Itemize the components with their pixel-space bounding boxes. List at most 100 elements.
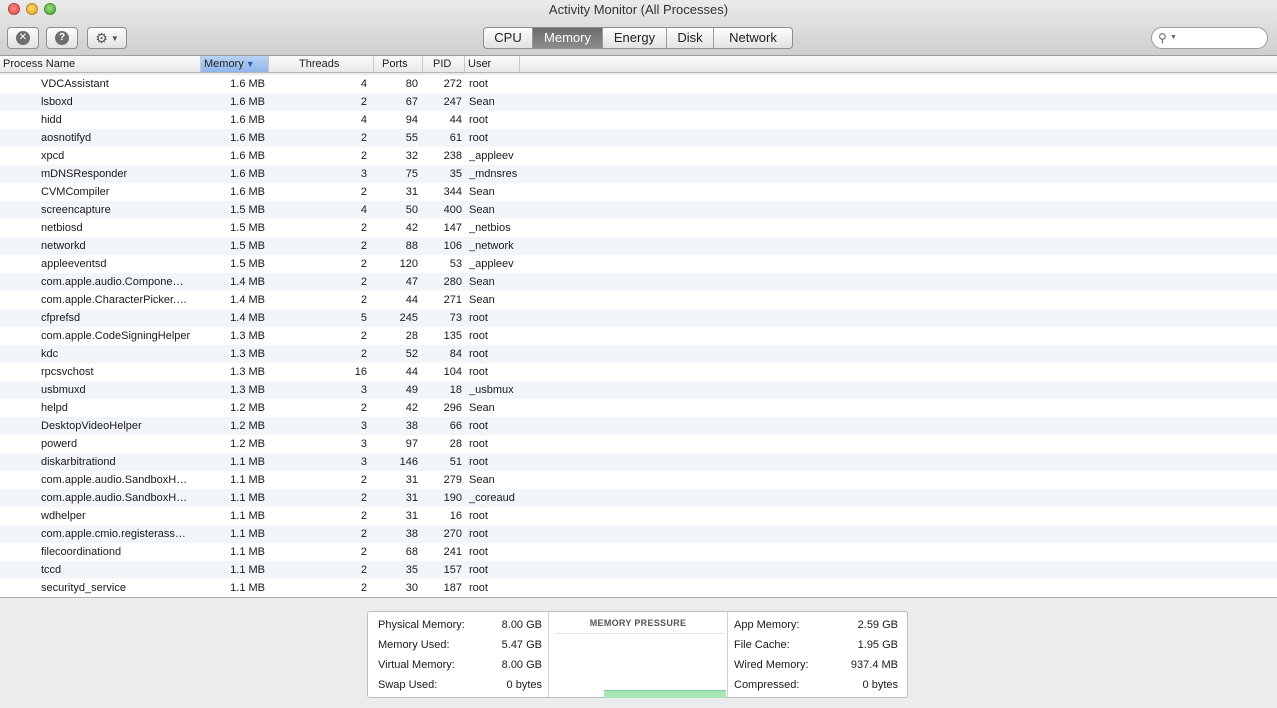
ports-cell: 80 (405, 78, 418, 90)
column-memory[interactable]: Memory ▼ (201, 56, 269, 72)
table-header: Process Name Memory ▼ Threads Ports PID U… (0, 56, 1277, 73)
action-menu-button[interactable]: ⚙ ▼ (87, 27, 127, 49)
threads-cell: 2 (360, 294, 367, 306)
stat-wired-memory: Wired Memory: 937.4 MB (734, 655, 898, 675)
table-row[interactable]: CVMCompiler 1.6 MB 2 31 344 Sean (0, 183, 1277, 201)
ports-cell: 31 (405, 492, 418, 504)
search-input[interactable]: ⚲ ▼ (1151, 27, 1268, 49)
table-row[interactable]: usbmuxd 1.3 MB 3 49 18 _usbmux (0, 381, 1277, 399)
process-name-cell: usbmuxd (41, 384, 86, 396)
process-name-cell: DesktopVideoHelper (41, 420, 142, 432)
user-cell: _coreaud (469, 492, 515, 504)
memory-cell: 1.6 MB (230, 150, 265, 162)
pid-cell: 28 (449, 438, 462, 450)
ports-cell: 42 (405, 402, 418, 414)
memory-cell: 1.3 MB (230, 330, 265, 342)
table-row[interactable]: securityd_service 1.1 MB 2 30 187 root (0, 579, 1277, 597)
tab-cpu[interactable]: CPU (484, 28, 533, 48)
table-row[interactable]: com.apple.cmio.registerass… 1.1 MB 2 38 270 r… (0, 525, 1277, 543)
table-row[interactable]: networkd 1.5 MB 2 88 106 _network (0, 237, 1277, 255)
table-row[interactable]: powerd 1.2 MB 3 97 28 root (0, 435, 1277, 453)
process-name-cell: tccd (41, 564, 62, 576)
user-cell: _netbios (469, 222, 511, 234)
memory-cell: 1.4 MB (230, 276, 265, 288)
user-cell: root (469, 438, 488, 450)
memory-cell: 1.1 MB (230, 564, 265, 576)
pid-cell: 247 (443, 96, 462, 108)
user-cell: Sean (469, 186, 495, 198)
column-pid[interactable]: PID (423, 56, 465, 72)
process-name-cell: screencapture (41, 204, 111, 216)
memory-cell: 1.1 MB (230, 474, 265, 486)
pid-cell: 84 (449, 348, 462, 360)
user-cell: root (469, 582, 488, 594)
table-row[interactable]: com.apple.audio.SandboxH… 1.1 MB 2 31 279 Sea… (0, 471, 1277, 489)
pid-cell: 190 (443, 492, 462, 504)
table-row[interactable]: com.apple.CharacterPicker.… 1.4 MB 2 44 271 S… (0, 291, 1277, 309)
stat-value: 1.95 GB (857, 639, 898, 651)
memory-cell: 1.6 MB (230, 96, 265, 108)
tab-energy[interactable]: Energy (603, 28, 667, 48)
column-threads[interactable]: Threads (269, 56, 374, 72)
table-row[interactable]: filecoordinationd 1.1 MB 2 68 241 root (0, 543, 1277, 561)
tab-memory[interactable]: Memory (533, 28, 603, 48)
pid-cell: 280 (443, 276, 462, 288)
stat-label: Swap Used: (378, 679, 438, 691)
table-row[interactable]: rpcsvchost 1.3 MB 16 44 104 root (0, 363, 1277, 381)
ports-cell: 67 (405, 96, 418, 108)
quit-process-button[interactable]: ✕ (7, 27, 39, 49)
memory-cell: 1.1 MB (230, 582, 265, 594)
table-row[interactable]: tccd 1.1 MB 2 35 157 root (0, 561, 1277, 579)
table-row[interactable]: helpd 1.2 MB 2 42 296 Sean (0, 399, 1277, 417)
process-name-cell: networkd (41, 240, 86, 252)
threads-cell: 2 (360, 474, 367, 486)
process-name-cell: netbiosd (41, 222, 83, 234)
table-row[interactable]: diskarbitrationd 1.1 MB 3 146 51 root (0, 453, 1277, 471)
process-name-cell: com.apple.audio.SandboxH… (41, 492, 188, 504)
user-cell: root (469, 528, 488, 540)
column-memory-label: Memory (204, 58, 244, 70)
memory-footer: Physical Memory: 8.00 GB Memory Used: 5.… (0, 597, 1277, 708)
pid-cell: 35 (449, 168, 462, 180)
column-user[interactable]: User (465, 56, 520, 72)
window-title: Activity Monitor (All Processes) (548, 2, 729, 17)
table-row[interactable]: aosnotifyd 1.6 MB 2 55 61 root (0, 129, 1277, 147)
ports-cell: 49 (405, 384, 418, 396)
table-row[interactable]: screencapture 1.5 MB 4 50 400 Sean (0, 201, 1277, 219)
table-row[interactable]: cfprefsd 1.4 MB 5 245 73 root (0, 309, 1277, 327)
process-name-cell: aosnotifyd (41, 132, 92, 144)
threads-cell: 2 (360, 186, 367, 198)
table-row[interactable]: mDNSResponder 1.6 MB 3 75 35 _mdnsres (0, 165, 1277, 183)
table-row[interactable]: wdhelper 1.1 MB 2 31 16 root (0, 507, 1277, 525)
process-name-cell: mDNSResponder (41, 168, 128, 180)
user-cell: Sean (469, 276, 495, 288)
tab-network[interactable]: Network (714, 28, 792, 48)
table-row[interactable]: xpcd 1.6 MB 2 32 238 _appleev (0, 147, 1277, 165)
table-row[interactable]: appleeventsd 1.5 MB 2 120 53 _appleev (0, 255, 1277, 273)
table-row[interactable]: kdc 1.3 MB 2 52 84 root (0, 345, 1277, 363)
pid-cell: 187 (443, 582, 462, 594)
column-process-name[interactable]: Process Name (0, 56, 201, 72)
table-row[interactable]: com.apple.CodeSigningHelper 1.3 MB 2 28 135 r… (0, 327, 1277, 345)
stat-virtual-memory: Virtual Memory: 8.00 GB (378, 655, 542, 675)
ports-cell: 44 (405, 366, 418, 378)
ports-cell: 28 (405, 330, 418, 342)
table-row[interactable]: VDCAssistant 1.6 MB 4 80 272 root (0, 75, 1277, 93)
user-cell: root (469, 546, 488, 558)
tab-disk[interactable]: Disk (667, 28, 714, 48)
table-row[interactable]: hidd 1.6 MB 4 94 44 root (0, 111, 1277, 129)
memory-cell: 1.3 MB (230, 384, 265, 396)
threads-cell: 3 (360, 438, 367, 450)
inspect-process-button[interactable]: ? (46, 27, 78, 49)
ports-cell: 35 (405, 564, 418, 576)
ports-cell: 94 (405, 114, 418, 126)
table-row[interactable]: com.apple.audio.Compone… 1.4 MB 2 47 280 Sean (0, 273, 1277, 291)
process-name-cell: com.apple.CodeSigningHelper (41, 330, 191, 342)
memory-cell: 1.3 MB (230, 348, 265, 360)
column-ports[interactable]: Ports (374, 56, 423, 72)
table-row[interactable]: netbiosd 1.5 MB 2 42 147 _netbios (0, 219, 1277, 237)
memory-cell: 1.1 MB (230, 456, 265, 468)
table-row[interactable]: lsboxd 1.6 MB 2 67 247 Sean (0, 93, 1277, 111)
table-row[interactable]: DesktopVideoHelper 1.2 MB 3 38 66 root (0, 417, 1277, 435)
table-row[interactable]: com.apple.audio.SandboxH… 1.1 MB 2 31 190 _co… (0, 489, 1277, 507)
